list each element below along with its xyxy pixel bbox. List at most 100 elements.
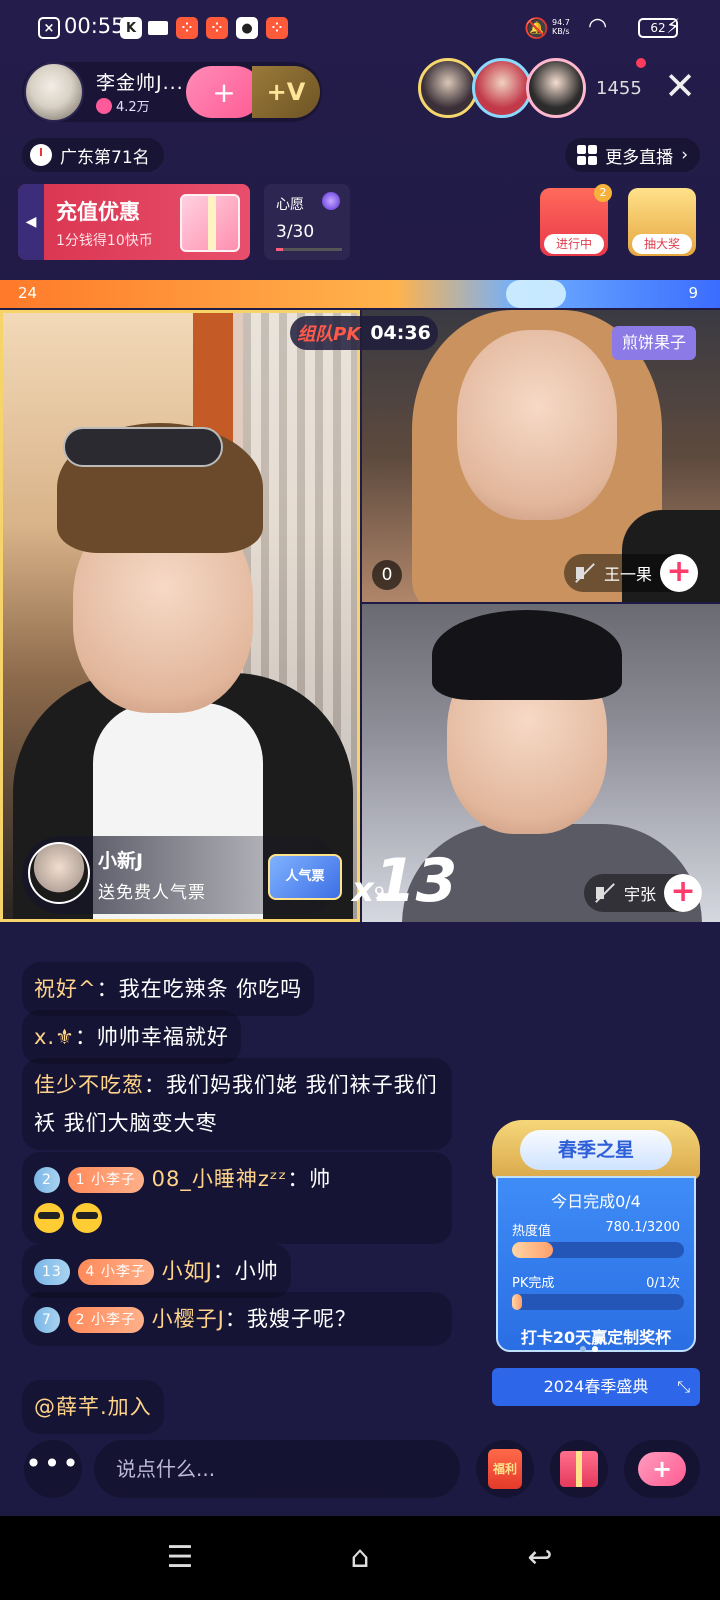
rank-text: 广东第71名 — [60, 147, 150, 168]
app-notify-icon: ⁘ — [206, 17, 228, 39]
clock-icon — [30, 144, 52, 166]
seat-bottom[interactable]: 宇张 + — [584, 874, 703, 912]
combo-count: 13 — [373, 846, 458, 916]
sender-avatar[interactable] — [28, 842, 90, 904]
chat-username[interactable]: 小如J — [162, 1259, 213, 1283]
chat-message[interactable]: @薛芊.加入 — [22, 1380, 164, 1434]
page-indicator — [580, 1346, 598, 1352]
chat-message[interactable]: x.⚜：帅帅幸福就好 — [22, 1010, 241, 1064]
sunglasses-icon — [63, 427, 223, 467]
chat-text: ：帅帅幸福就好 — [74, 1025, 229, 1049]
more-options-button[interactable]: ••• — [24, 1440, 82, 1498]
user-level-badge: 13 — [34, 1259, 70, 1285]
host-avatar[interactable] — [24, 62, 84, 122]
back-icon[interactable]: ↩ — [516, 1534, 564, 1582]
chat-message[interactable]: 佳少不吃葱：我们妈我们姥 我们袜子我们袄 我们大脑变大枣 — [22, 1058, 452, 1150]
chat-username[interactable]: 小樱子J — [152, 1307, 225, 1331]
pk-value: 0/1次 — [646, 1276, 680, 1291]
follow-button[interactable]: + — [186, 66, 262, 118]
home-icon[interactable]: ⌂ — [336, 1534, 384, 1582]
mic-muted-icon — [592, 881, 616, 905]
heat-label: 热度值 — [512, 1224, 552, 1239]
chat-username[interactable]: 08_小睡神zᶻᶻ — [152, 1167, 288, 1191]
add-guest-button[interactable]: + — [660, 554, 699, 592]
status-bar: × 00:55 K ⁘ ⁘ ● ⁘ 🔕 94.7 KB/s ◠ 62 ⚡ — [0, 0, 720, 56]
star-task-card[interactable]: 今日完成0/4 热度值 780.1/3200 PK完成 0/1次 打卡20天赢定… — [496, 1176, 696, 1352]
welfare-icon: 福利 — [488, 1449, 522, 1489]
chevron-left-icon[interactable]: ◀ — [18, 184, 44, 260]
gift-icon — [560, 1451, 598, 1487]
sim-icon: × — [38, 17, 60, 39]
like-button[interactable]: + — [624, 1440, 700, 1498]
wechat-icon: ● — [236, 17, 258, 39]
top-viewer-avatar[interactable] — [526, 58, 586, 118]
activity-badge: 2 — [594, 184, 612, 202]
chat-input[interactable] — [94, 1440, 460, 1498]
pk-score-bar: 24 9 — [0, 280, 720, 308]
activity-in-progress[interactable]: 2 进行中 — [540, 184, 612, 256]
seat-bottom-name: 宇张 — [624, 885, 657, 904]
star-title: 春季之星 — [520, 1130, 672, 1170]
gift-combo: x13 — [352, 846, 457, 916]
chat-text: ：小帅 — [212, 1259, 279, 1283]
popularity-ticket-icon: 人气票 — [268, 854, 342, 900]
heat-value: 780.1/3200 — [605, 1220, 680, 1235]
gift-text: 送免费人气票 — [98, 883, 206, 903]
chat-message[interactable]: 2 1 小李子 08_小睡神zᶻᶻ：帅 — [22, 1152, 452, 1244]
add-guest-button[interactable]: + — [664, 874, 703, 912]
kuaishou-icon: K — [120, 17, 142, 39]
guest-score: 0 — [372, 560, 402, 590]
chat-username[interactable]: 佳少不吃葱 — [34, 1073, 144, 1097]
pk-label: PK完成 — [512, 1276, 555, 1291]
chat-join-text: @薛芊.加入 — [34, 1395, 152, 1419]
app-notify-icon: ⁘ — [176, 17, 198, 39]
chevron-right-icon: › — [681, 145, 688, 165]
wish-widget[interactable]: 心愿 3/30 — [264, 184, 350, 260]
user-level-badge: 2 — [34, 1167, 60, 1193]
chat-text: ：我嫂子呢？ — [224, 1307, 357, 1331]
chat-message[interactable]: 13 4 小李子 小如J：小帅 — [22, 1244, 291, 1298]
festival-label: 2024春季盛典 — [543, 1377, 649, 1396]
gift-button[interactable] — [550, 1440, 608, 1498]
spring-festival-button[interactable]: 2024春季盛典 ⤡ — [492, 1368, 700, 1406]
mic-muted-icon — [572, 561, 596, 585]
firework-icon — [322, 192, 340, 210]
notification-dot — [636, 58, 646, 68]
recharge-banner[interactable]: ◀ 充值优惠 1分钱得10快币 — [18, 184, 250, 260]
menu-icon[interactable]: ☰ — [156, 1534, 204, 1582]
more-live-button[interactable]: 更多直播 › — [565, 138, 700, 172]
close-button[interactable]: ✕ — [660, 66, 700, 106]
chat-message[interactable]: 祝好^：我在吃辣条 你吃吗 — [22, 962, 315, 1016]
gift-banner: 小新J 送免费人气票 人气票 — [22, 836, 342, 914]
pk-progress — [512, 1294, 684, 1310]
wifi-icon: ◠ — [588, 14, 608, 39]
guest-name-tag[interactable]: 煎饼果子 — [612, 326, 697, 360]
top-viewer-avatar[interactable] — [472, 58, 532, 118]
top-viewer-avatar[interactable] — [418, 58, 478, 118]
star-cta: 打卡20天赢定制奖杯 — [520, 1328, 672, 1347]
chat-username[interactable]: 祝好^ — [34, 977, 97, 1001]
spring-star-panel[interactable]: 春季之星 今日完成0/4 热度值 780.1/3200 PK完成 0/1次 打卡… — [492, 1120, 700, 1420]
rank-badge[interactable]: 广东第71名 — [22, 138, 164, 172]
sender-name: 小新J — [98, 850, 144, 872]
more-live-label: 更多直播 — [605, 147, 674, 168]
seat-top[interactable]: 王一果 + — [564, 554, 699, 592]
fan-club-badge: 1 小李子 — [67, 1167, 144, 1193]
video-main-host[interactable] — [0, 310, 360, 922]
cloud-icon — [506, 280, 566, 308]
status-time: 00:55 — [64, 14, 125, 38]
cool-emoji-icon — [71, 1203, 102, 1233]
collapse-icon[interactable]: ⤡ — [677, 1368, 690, 1406]
star-subtitle: 今日完成0/4 — [551, 1192, 641, 1211]
chat-message[interactable]: 7 2 小李子 小樱子J：我嫂子呢？ — [22, 1292, 452, 1346]
chat-username[interactable]: x.⚜ — [34, 1025, 75, 1049]
host-name[interactable]: 李金帅J... — [96, 68, 184, 95]
pk-timer: 组队PK 04:36 — [290, 316, 438, 350]
vip-button[interactable]: +V — [252, 66, 320, 118]
welfare-button[interactable]: 福利 — [476, 1440, 534, 1498]
gift-box-icon — [180, 194, 240, 252]
lucky-draw[interactable]: 抽大奖 — [628, 188, 696, 256]
cool-emoji-icon — [34, 1203, 64, 1233]
viewer-count[interactable]: 1455 — [596, 78, 642, 99]
heart-icon — [96, 97, 112, 114]
